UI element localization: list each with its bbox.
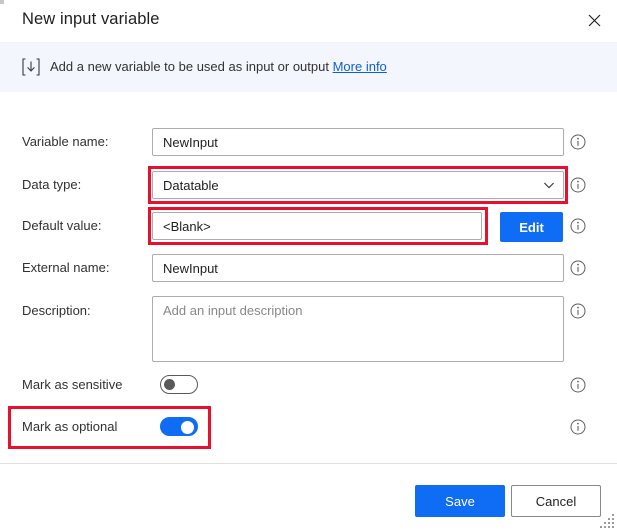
resize-grip-icon[interactable]: [600, 514, 614, 528]
label-variable-name: Variable name:: [22, 134, 109, 149]
mark-as-sensitive-toggle[interactable]: [160, 375, 198, 394]
info-icon-default-value[interactable]: [570, 218, 586, 234]
label-description: Description:: [22, 303, 91, 318]
import-variable-icon: [22, 58, 40, 76]
label-default-value: Default value:: [22, 218, 102, 233]
variable-name-value: NewInput: [163, 134, 218, 150]
label-data-type: Data type:: [22, 177, 82, 192]
dialog-footer: Save Cancel: [0, 463, 617, 531]
window-corner-notch: [0, 0, 4, 4]
row-mark-as-optional: Mark as optional: [0, 406, 617, 449]
row-variable-name: Variable name: NewInput: [0, 128, 617, 156]
mark-as-optional-toggle[interactable]: [160, 417, 198, 436]
form-body: Variable name: NewInput Data type: Datat…: [0, 92, 617, 463]
row-data-type: Data type: Datatable: [0, 166, 617, 204]
row-external-name: External name: NewInput: [0, 254, 617, 282]
dialog-titlebar: New input variable: [0, 0, 617, 42]
info-banner: Add a new variable to be used as input o…: [0, 42, 617, 93]
label-external-name: External name:: [22, 260, 110, 275]
chevron-down-icon: [544, 182, 554, 189]
close-icon: [588, 14, 600, 26]
external-name-value: NewInput: [163, 260, 218, 276]
info-icon-mark-as-sensitive[interactable]: [570, 377, 586, 393]
banner-text-wrap: Add a new variable to be used as input o…: [50, 58, 387, 76]
variable-name-input[interactable]: NewInput: [152, 128, 564, 156]
default-value-input[interactable]: <Blank>: [152, 212, 482, 240]
dialog-title: New input variable: [22, 10, 160, 28]
banner-message: Add a new variable to be used as input o…: [50, 59, 329, 74]
toggle-knob: [181, 421, 194, 434]
row-default-value: Default value: <Blank> Edit: [0, 207, 617, 245]
label-mark-as-sensitive: Mark as sensitive: [22, 377, 123, 392]
toggle-knob: [164, 379, 175, 390]
row-description: Description: Add an input description: [0, 296, 617, 362]
info-icon-mark-as-optional[interactable]: [570, 419, 586, 435]
label-mark-as-optional: Mark as optional: [22, 419, 118, 434]
info-icon-description[interactable]: [570, 303, 586, 319]
info-icon-external-name[interactable]: [570, 260, 586, 276]
cancel-button[interactable]: Cancel: [511, 485, 601, 517]
description-placeholder: Add an input description: [163, 303, 303, 318]
close-button[interactable]: [571, 0, 617, 40]
default-value-text: <Blank>: [163, 218, 211, 234]
data-type-select[interactable]: Datatable: [152, 171, 564, 199]
row-mark-as-sensitive: Mark as sensitive: [0, 375, 617, 395]
description-textarea[interactable]: Add an input description: [152, 296, 564, 362]
data-type-value: Datatable: [163, 177, 219, 193]
more-info-link[interactable]: More info: [333, 59, 387, 74]
info-icon-data-type[interactable]: [570, 177, 586, 193]
save-button[interactable]: Save: [415, 485, 505, 517]
info-icon-variable-name[interactable]: [570, 134, 586, 150]
external-name-input[interactable]: NewInput: [152, 254, 564, 282]
edit-button[interactable]: Edit: [500, 212, 563, 242]
